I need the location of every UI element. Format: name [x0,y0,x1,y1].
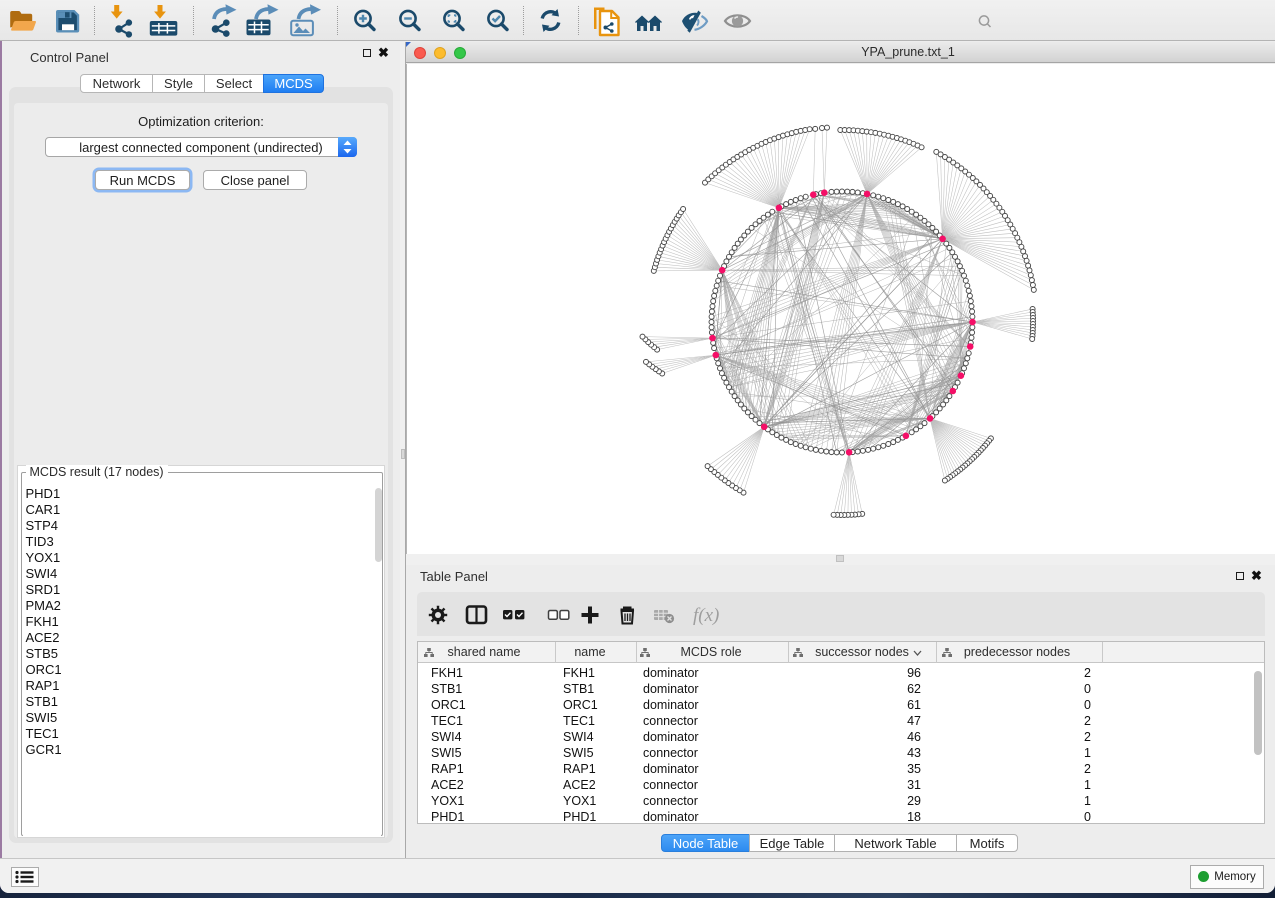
svg-text:f(x): f(x) [693,605,719,626]
